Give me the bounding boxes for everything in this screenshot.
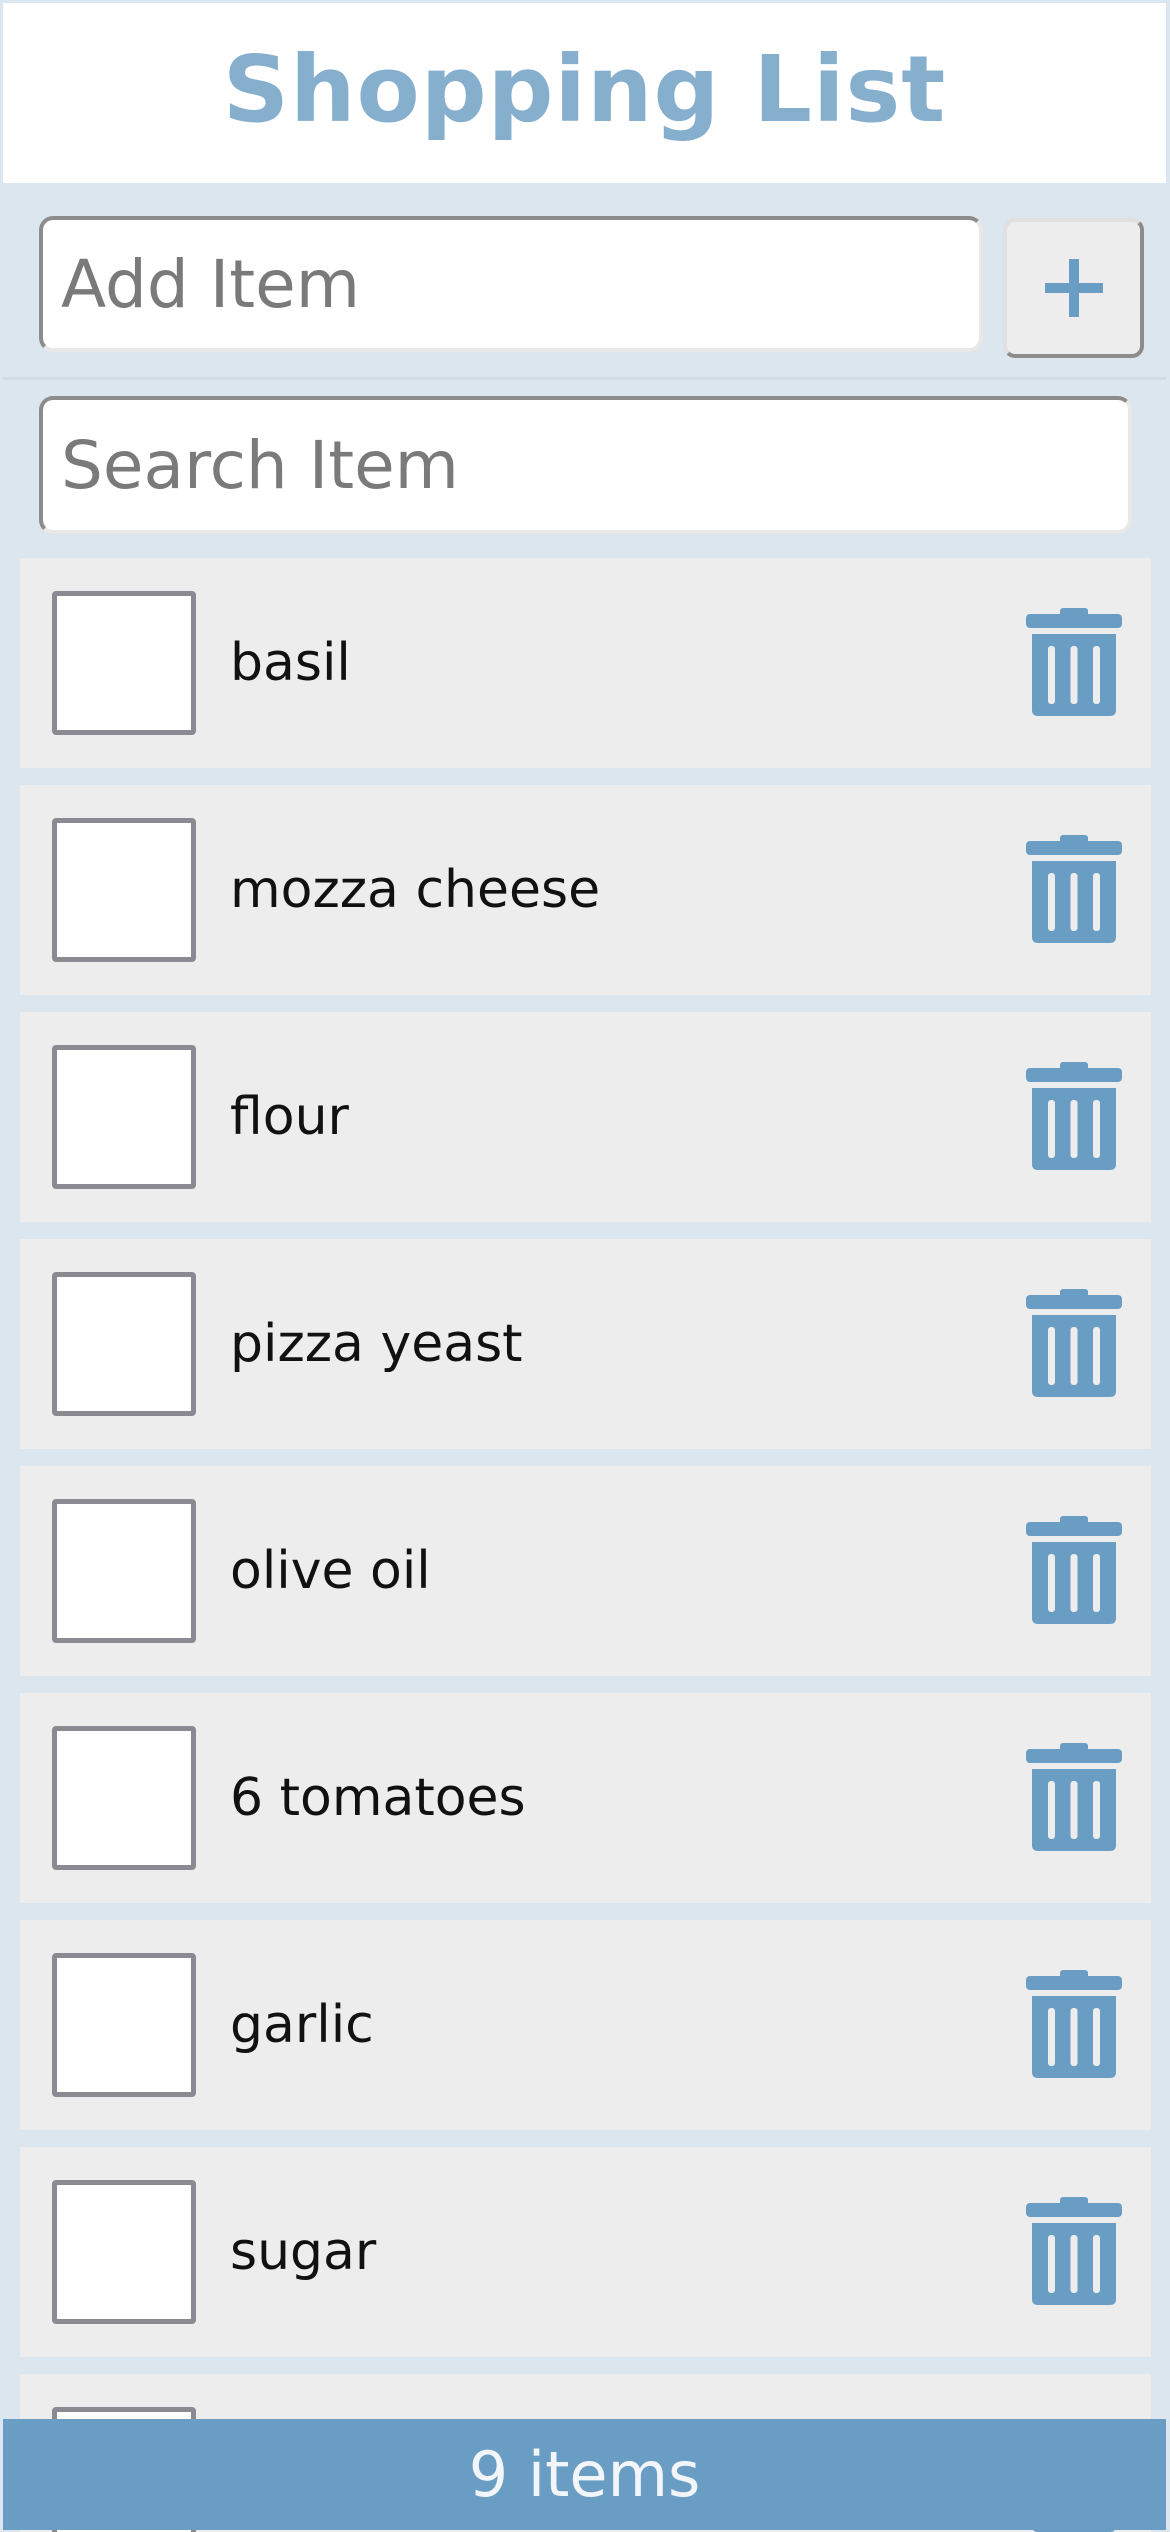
- trash-icon[interactable]: [1026, 1741, 1122, 1853]
- item-checkbox[interactable]: [52, 818, 196, 962]
- item-label: basil: [230, 633, 351, 693]
- item-label: mozza cheese: [230, 860, 601, 920]
- list-item: 6 tomatoes: [20, 1693, 1151, 1903]
- app-frame: Shopping List basil mozza cheese: [0, 0, 1170, 2532]
- page-title: Shopping List: [222, 35, 947, 143]
- search-form: [3, 380, 1166, 558]
- add-item-button[interactable]: [1003, 218, 1144, 358]
- add-item-form: [3, 184, 1166, 378]
- item-checkbox[interactable]: [52, 1272, 196, 1416]
- list-item: pizza yeast: [20, 1239, 1151, 1449]
- item-label: 6 tomatoes: [230, 1768, 526, 1828]
- item-label: flour: [230, 1087, 349, 1147]
- list-item: olive oil: [20, 1466, 1151, 1676]
- item-checkbox[interactable]: [52, 2180, 196, 2324]
- item-label: olive oil: [230, 1541, 431, 1601]
- item-label: garlic: [230, 1995, 374, 2055]
- plus-icon: [1044, 259, 1103, 317]
- add-item-input[interactable]: [39, 216, 983, 352]
- item-label: sugar: [230, 2222, 377, 2282]
- trash-icon[interactable]: [1026, 606, 1122, 718]
- item-label: pizza yeast: [230, 1314, 523, 1374]
- trash-icon[interactable]: [1026, 1060, 1122, 1172]
- search-input[interactable]: [39, 396, 1132, 534]
- trash-icon[interactable]: [1026, 833, 1122, 945]
- shopping-list: basil mozza cheese flour pizza yeast oli…: [20, 558, 1151, 2532]
- item-checkbox[interactable]: [52, 1499, 196, 1643]
- list-item: flour: [20, 1012, 1151, 1222]
- list-item: mozza cheese: [20, 785, 1151, 995]
- item-checkbox[interactable]: [52, 1726, 196, 1870]
- trash-icon[interactable]: [1026, 2195, 1122, 2307]
- trash-icon[interactable]: [1026, 1514, 1122, 1626]
- trash-icon[interactable]: [1026, 1287, 1122, 1399]
- item-checkbox[interactable]: [52, 591, 196, 735]
- item-count: 9 items: [468, 2438, 701, 2511]
- list-item: sugar: [20, 2147, 1151, 2357]
- app-header: Shopping List: [3, 3, 1166, 183]
- list-item: garlic: [20, 1920, 1151, 2130]
- trash-icon[interactable]: [1026, 1968, 1122, 2080]
- item-checkbox[interactable]: [52, 1953, 196, 2097]
- list-item: basil: [20, 558, 1151, 768]
- footer: 9 items: [3, 2419, 1166, 2530]
- item-checkbox[interactable]: [52, 1045, 196, 1189]
